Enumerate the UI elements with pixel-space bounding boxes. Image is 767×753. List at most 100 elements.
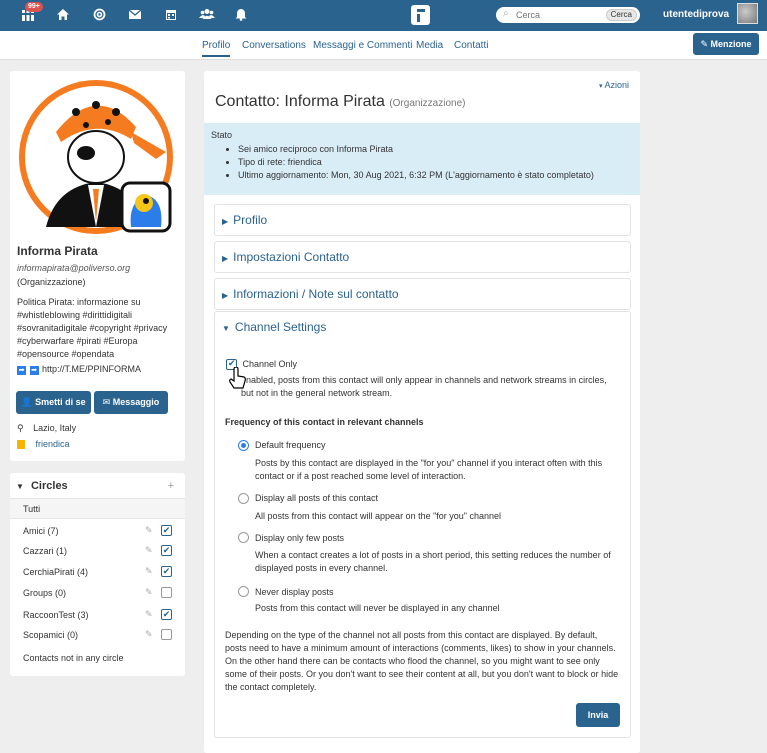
pencil-icon[interactable]: ✎ <box>145 629 153 640</box>
circle-item[interactable]: CerchiaPirati (4) ✎ ✔ <box>10 562 185 583</box>
profile-network-text[interactable]: friendica <box>36 439 70 449</box>
circle-item-label[interactable]: Tutti <box>23 504 40 514</box>
option-label[interactable]: Display only few posts <box>255 533 344 543</box>
circle-item[interactable]: Cazzari (1) ✎ ✔ <box>10 541 185 562</box>
unfollow-button-label: Smetti di se <box>35 397 86 407</box>
profile-link-text[interactable]: http://T.ME/PPINFORMA <box>42 364 141 374</box>
profile-link[interactable]: ➡ ➡ http://T.ME/PPINFORMA <box>17 364 141 375</box>
circle-item[interactable]: RaccoonTest (3) ✎ ✔ <box>10 605 185 626</box>
profile-address: informapirata@poliverso.org <box>17 263 131 273</box>
radio-default-frequency[interactable] <box>238 440 249 451</box>
circle-item-label[interactable]: Contacts not in any circle <box>23 653 124 663</box>
unfollow-button[interactable]: 👤 Smetti di se <box>16 391 91 414</box>
circle-item-label[interactable]: Cazzari (1) <box>23 546 67 556</box>
section-title: Informazioni / Note sul contatto <box>233 287 399 301</box>
user-avatar[interactable] <box>737 3 758 24</box>
circle-item[interactable]: Contacts not in any circle <box>10 648 185 669</box>
caret-right-icon: ▶ <box>222 254 229 263</box>
circle-item-label[interactable]: RaccoonTest (3) <box>23 610 89 620</box>
option-label[interactable]: Display all posts of this contact <box>255 493 378 503</box>
circle-item-label[interactable]: CerchiaPirati (4) <box>23 567 88 577</box>
circles-card: ▼ Circles + Tutti Amici (7) ✎ ✔ Cazzari (1) ✎… <box>10 473 185 676</box>
mention-button[interactable]: ✎ Menzione <box>693 33 759 55</box>
actions-dropdown[interactable]: ▾ Azioni <box>599 80 629 90</box>
check-icon: ✔ <box>162 545 171 555</box>
section-contact-notes[interactable]: ▶ Informazioni / Note sul contatto <box>214 278 631 310</box>
circle-item[interactable]: Tutti <box>10 498 185 519</box>
search-input[interactable] <box>516 7 604 23</box>
circle-item-label[interactable]: Groups (0) <box>23 588 66 598</box>
search-box: ⌕ Cerca <box>496 7 640 23</box>
channel-only-label[interactable]: Channel Only <box>243 359 298 369</box>
radio-display-few[interactable] <box>238 532 249 543</box>
circle-item[interactable]: Scopamici (0) ✎ <box>10 625 185 646</box>
home-icon-svg <box>57 9 69 20</box>
caret-down-icon: ▼ <box>222 324 230 333</box>
tab-contacts[interactable]: Contatti <box>454 40 488 51</box>
mail-icon[interactable] <box>126 8 144 23</box>
calendar-icon-svg <box>166 10 176 20</box>
circle-item-label[interactable]: Amici (7) <box>23 526 59 536</box>
section-contact-settings[interactable]: ▶ Impostazioni Contatto <box>214 241 631 273</box>
status-list: Sei amico reciproco con Informa Pirata T… <box>238 143 633 182</box>
circles-title[interactable]: ▼ Circles <box>16 480 68 492</box>
option-label[interactable]: Default frequency <box>255 440 326 450</box>
circle-item[interactable]: Amici (7) ✎ ✔ <box>10 521 185 542</box>
friendica-icon <box>17 440 25 450</box>
profile-network[interactable]: friendica <box>17 439 70 450</box>
section-header: ▶ Informazioni / Note sul contatto <box>222 287 399 301</box>
option-label[interactable]: Never display posts <box>255 587 334 597</box>
section-header[interactable]: ▼ Channel Settings <box>222 320 326 334</box>
friendica-logo[interactable] <box>411 5 430 25</box>
tab-media[interactable]: Media <box>416 40 443 51</box>
profile-description: Politica Pirata: informazione su #whistl… <box>17 297 168 359</box>
edit-icon: ✎ <box>700 39 708 49</box>
option-description: When a contact creates a lot of posts in… <box>255 550 611 573</box>
tab-messages-comments[interactable]: Messaggi e Commenti <box>313 40 412 51</box>
profile-avatar <box>19 80 173 234</box>
tab-conversations[interactable]: Conversations <box>242 40 306 51</box>
radio-never-display[interactable] <box>238 586 249 597</box>
circle-checkbox[interactable] <box>161 587 172 598</box>
arrow-right-icon: ➡ <box>17 366 26 375</box>
radio-display-all[interactable] <box>238 493 249 504</box>
section-title: Profilo <box>233 213 268 227</box>
caret-down-icon: ▼ <box>16 482 24 491</box>
add-circle-icon[interactable]: + <box>168 480 174 492</box>
calendar-icon[interactable] <box>162 8 180 24</box>
pencil-icon[interactable]: ✎ <box>145 609 153 620</box>
search-button[interactable]: Cerca <box>605 9 637 21</box>
actions-label: Azioni <box>604 80 629 90</box>
circle-checkbox[interactable]: ✔ <box>161 609 172 620</box>
map-marker-icon: ⚲ <box>17 423 24 433</box>
message-button[interactable]: ✉ Messaggio <box>94 391 168 414</box>
pencil-icon[interactable]: ✎ <box>145 566 153 577</box>
circle-checkbox[interactable] <box>161 629 172 640</box>
pencil-icon[interactable]: ✎ <box>145 587 153 598</box>
tab-profile[interactable]: Profilo <box>202 40 231 57</box>
contacts-icon[interactable] <box>198 8 216 23</box>
channel-only-row: ✔ Channel Only <box>226 358 621 371</box>
submit-button[interactable]: Invia <box>576 703 620 727</box>
profile-type: (Organizzazione) <box>17 277 86 287</box>
username[interactable]: utentediprova <box>663 9 729 20</box>
chevron-down-icon: ▾ <box>598 83 603 90</box>
circle-checkbox[interactable]: ✔ <box>161 545 172 556</box>
pencil-icon[interactable]: ✎ <box>145 525 153 536</box>
circle-checkbox[interactable]: ✔ <box>161 566 172 577</box>
section-title: Channel Settings <box>234 320 327 334</box>
at-icon[interactable] <box>90 8 108 24</box>
channel-only-description: enabled, posts from this contact will on… <box>241 375 607 399</box>
circles-title-text: Circles <box>30 480 68 492</box>
bell-icon[interactable] <box>232 8 250 24</box>
status-item: Ultimo aggiornamento: Mon, 30 Aug 2021, … <box>238 169 633 182</box>
circle-item-label[interactable]: Scopamici (0) <box>23 630 78 640</box>
check-icon: ✔ <box>162 566 171 576</box>
circle-checkbox[interactable]: ✔ <box>161 525 172 536</box>
bell-icon-svg <box>235 9 247 21</box>
section-profile[interactable]: ▶ Profilo <box>214 204 631 236</box>
pencil-icon[interactable]: ✎ <box>145 545 153 556</box>
home-icon[interactable] <box>54 8 72 24</box>
option-description: Posts from this contact will never be di… <box>255 603 500 613</box>
circle-item[interactable]: Groups (0) ✎ <box>10 583 185 604</box>
